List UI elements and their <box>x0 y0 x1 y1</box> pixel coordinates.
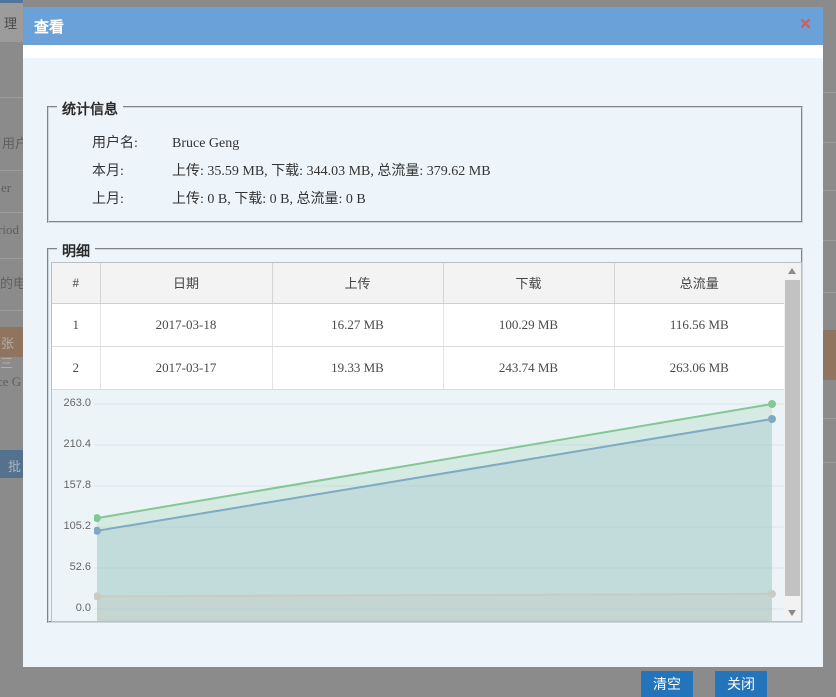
y-axis-tick-label: 52.6 <box>52 561 91 573</box>
table-cell: 100.29 MB <box>443 303 614 346</box>
stat-value: Bruce Geng <box>172 136 239 151</box>
details-fieldset: 明细 #日期上传下载总流量 12017-03-1816.27 MB100.29 … <box>47 248 803 623</box>
dialog-content: 统计信息 用户名:Bruce Geng 本月:上传: 35.59 MB, 下载:… <box>23 58 823 667</box>
background-text-fragment: 张三 <box>0 336 14 371</box>
table-row[interactable]: 12017-03-1816.27 MB100.29 MB116.56 MB <box>52 303 784 346</box>
traffic-table: #日期上传下载总流量 12017-03-1816.27 MB100.29 MB1… <box>52 263 784 390</box>
background-text-fragment: 用户名 <box>2 133 23 152</box>
row-divider <box>823 190 836 191</box>
traffic-chart-svg <box>94 390 784 621</box>
traffic-chart: 263.0 210.4 157.8 105.2 52.6 0.0 <box>52 390 784 621</box>
background-text-fragment: ce G <box>0 374 21 390</box>
table-cell: 116.56 MB <box>614 303 784 346</box>
y-axis-tick-label: 105.2 <box>52 520 91 532</box>
column-header: 上传 <box>272 263 443 303</box>
stat-label: 上月: <box>92 188 172 208</box>
column-header: 总流量 <box>614 263 784 303</box>
stat-value: 上传: 35.59 MB, 下载: 344.03 MB, 总流量: 379.62… <box>172 164 491 179</box>
table-cell: 1 <box>52 303 100 346</box>
y-axis-tick-label: 0.0 <box>52 602 91 614</box>
row-divider <box>0 310 23 311</box>
background-text-fragment: riod <box>0 222 19 238</box>
stats-legend: 统计信息 <box>57 99 123 119</box>
data-point-总流量[interactable] <box>768 400 776 408</box>
arrow-up-icon <box>788 268 796 274</box>
background-text-fragment: 的电脑 <box>0 273 23 292</box>
close-icon[interactable]: × <box>800 15 811 35</box>
y-axis-tick-label: 210.4 <box>52 438 91 450</box>
clear-button[interactable]: 清空 <box>641 671 693 697</box>
background-selected-row: 张三 <box>0 327 23 357</box>
y-axis-tick-label: 263.0 <box>52 397 91 409</box>
background-selected-row <box>823 330 836 380</box>
y-axis-tick-label: 157.8 <box>52 479 91 491</box>
dialog-titlebar[interactable]: 查看 × <box>23 7 823 45</box>
row-divider <box>0 212 23 213</box>
details-panel: #日期上传下载总流量 12017-03-1816.27 MB100.29 MB1… <box>51 262 802 622</box>
table-cell: 2017-03-18 <box>100 303 272 346</box>
view-dialog: 查看 × 统计信息 用户名:Bruce Geng 本月:上传: 35.59 MB… <box>23 7 823 667</box>
column-header: # <box>52 263 100 303</box>
table-row[interactable]: 22017-03-1719.33 MB243.74 MB263.06 MB <box>52 346 784 389</box>
data-point-下载[interactable] <box>768 415 776 423</box>
table-cell: 263.06 MB <box>614 346 784 389</box>
background-page-left: 理 用户名 er riod 的电脑 张三 ce G 批 <box>0 0 23 667</box>
table-cell: 19.33 MB <box>272 346 443 389</box>
details-legend: 明细 <box>57 241 95 261</box>
dialog-body: 统计信息 用户名:Bruce Geng 本月:上传: 35.59 MB, 下载:… <box>23 45 823 667</box>
background-text-fragment: er <box>1 180 11 196</box>
row-divider <box>823 462 836 463</box>
stat-row-this-month: 本月:上传: 35.59 MB, 下载: 344.03 MB, 总流量: 379… <box>92 160 791 180</box>
area-下载 <box>97 419 772 621</box>
table-cell: 2017-03-17 <box>100 346 272 389</box>
stat-label: 本月: <box>92 160 172 180</box>
column-header: 日期 <box>100 263 272 303</box>
scroll-up-button[interactable] <box>784 263 801 279</box>
background-tab: 理 <box>0 0 23 42</box>
dialog-title: 查看 <box>34 16 64 37</box>
row-divider <box>823 142 836 143</box>
area-上传 <box>97 594 772 621</box>
row-divider <box>0 170 23 171</box>
column-header: 下载 <box>443 263 614 303</box>
scrollbar-thumb[interactable] <box>785 280 800 596</box>
arrow-down-icon <box>788 610 796 616</box>
row-divider <box>0 97 23 98</box>
stat-value: 上传: 0 B, 下载: 0 B, 总流量: 0 B <box>172 192 366 207</box>
close-button[interactable]: 关闭 <box>715 671 767 697</box>
vertical-scrollbar[interactable] <box>784 263 801 621</box>
table-cell: 16.27 MB <box>272 303 443 346</box>
stats-fieldset: 统计信息 用户名:Bruce Geng 本月:上传: 35.59 MB, 下载:… <box>47 106 803 223</box>
stat-row-username: 用户名:Bruce Geng <box>92 132 791 152</box>
row-divider <box>823 240 836 241</box>
traffic-table-header: #日期上传下载总流量 <box>52 263 784 303</box>
row-divider <box>0 258 23 259</box>
table-cell: 243.74 MB <box>443 346 614 389</box>
table-cell: 2 <box>52 346 100 389</box>
stat-label: 用户名: <box>92 132 172 152</box>
row-divider <box>823 92 836 93</box>
data-point-上传[interactable] <box>768 590 776 598</box>
background-batch-button: 批 <box>0 450 23 478</box>
row-divider <box>823 292 836 293</box>
stat-row-last-month: 上月:上传: 0 B, 下载: 0 B, 总流量: 0 B <box>92 188 791 208</box>
chart-y-axis: 263.0 210.4 157.8 105.2 52.6 0.0 <box>52 390 94 621</box>
traffic-table-body: 12017-03-1816.27 MB100.29 MB116.56 MB220… <box>52 303 784 389</box>
scroll-down-button[interactable] <box>784 605 801 621</box>
row-divider <box>823 418 836 419</box>
background-page-right <box>823 0 836 667</box>
